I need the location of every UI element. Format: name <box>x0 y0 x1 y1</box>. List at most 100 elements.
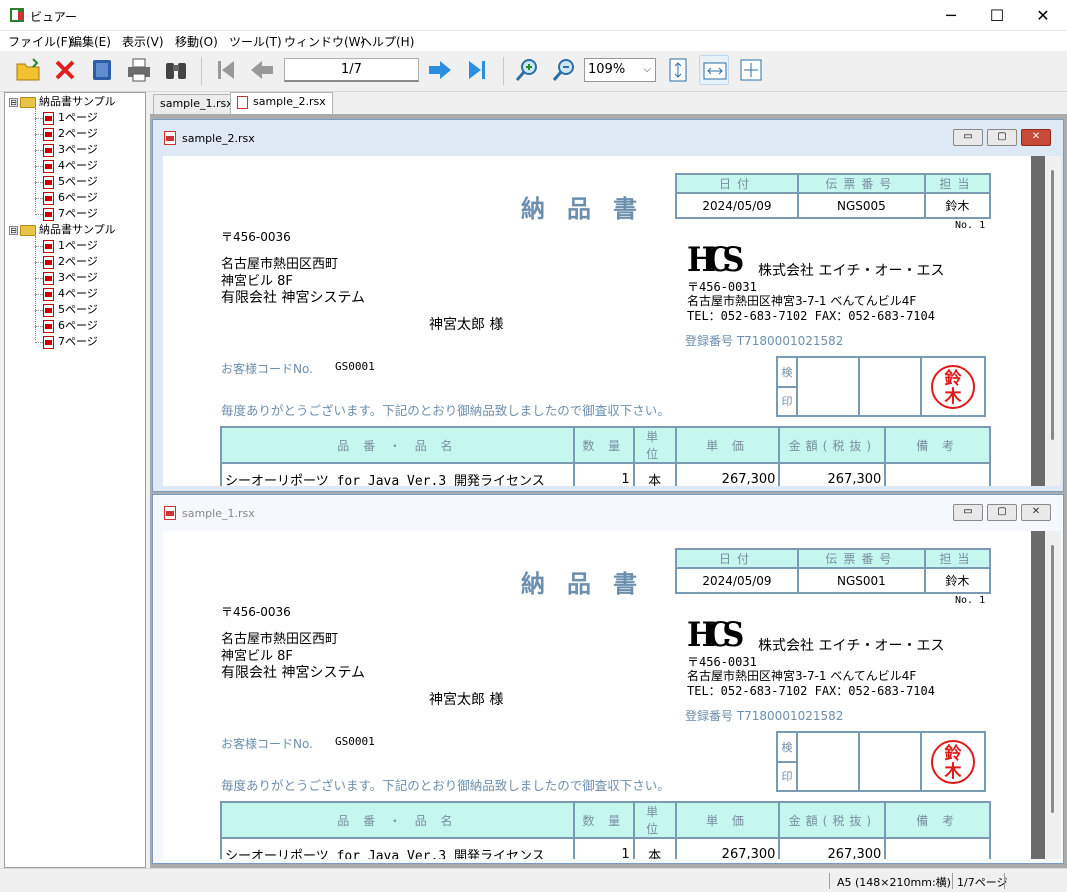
tree-line <box>35 182 43 183</box>
menu-view[interactable]: 表示(V) <box>122 33 164 50</box>
collapse-icon[interactable]: ⊟ <box>9 225 18 235</box>
tree-page-label: 1ページ <box>58 239 98 252</box>
menu-file[interactable]: ファイル(F) <box>8 33 72 50</box>
zip-code: 〒456-0036 <box>221 605 291 619</box>
scrollbar-thumb[interactable] <box>1051 545 1054 813</box>
page-view[interactable]: 納品書 日付 伝票番号 担当 2024/05/09 NGS001 鈴木 No. 1 〒456-0… <box>163 531 1061 859</box>
menu-edit[interactable]: 編集(E) <box>70 33 111 50</box>
vertical-scrollbar[interactable] <box>1045 156 1061 486</box>
tree-page-item[interactable]: 7ページ <box>43 334 98 350</box>
page-icon <box>43 143 54 157</box>
company-logo: HCS <box>687 240 744 280</box>
document-window-sample-1[interactable]: sample_1.rsx ▭ ▢ ✕ 納品書 日付 伝票番号 担当 2024/05/09 NGS0… <box>152 494 1064 864</box>
date-value: 2024/05/09 <box>675 192 799 219</box>
doc-minimize-button[interactable]: ▭ <box>953 504 983 521</box>
tree-page-item[interactable]: 3ページ <box>43 270 98 286</box>
maximize-button[interactable]: ☐ <box>974 0 1020 31</box>
customer-code-label: お客様コードNo. <box>221 362 313 376</box>
tree-page-item[interactable]: 5ページ <box>43 302 98 318</box>
customer-company: 有限会社 神宮システム <box>221 665 366 681</box>
tree-line <box>35 166 43 167</box>
items-cell: シーオーリポーツ for Java Ver.3 開発ライセンス <box>220 462 575 486</box>
prev-page-icon[interactable] <box>247 55 277 85</box>
menu-tools[interactable]: ツール(T) <box>229 33 282 50</box>
issuer-tel: TEL：052-683-7102 FAX：052-683-7104 <box>687 684 935 698</box>
items-cell: シーオーリポーツ for Java Ver.3 開発ライセンス <box>220 837 575 859</box>
menu-move[interactable]: 移動(O) <box>175 33 218 50</box>
items-column-header: 備 考 <box>884 426 991 464</box>
print-icon[interactable] <box>124 55 154 85</box>
page-number-input[interactable]: 1/7 <box>284 58 419 82</box>
vertical-scrollbar[interactable] <box>1045 531 1061 859</box>
customer-code: GS0001 <box>335 735 375 748</box>
tree-page-item[interactable]: 1ページ <box>43 238 98 254</box>
document-tree[interactable]: ⊟ 納品書サンプル 1ページ 2ページ 3ページ 4ページ 5ページ 6ページ 7ページ ⊟ 納品書… <box>4 92 146 868</box>
page-icon <box>43 255 54 269</box>
registration-number: 登録番号 T7180001021582 <box>685 709 844 723</box>
toolbar-separator <box>503 57 504 85</box>
tree-page-item[interactable]: 6ページ <box>43 318 98 334</box>
doc-maximize-button[interactable]: ▢ <box>987 504 1017 521</box>
zoom-select[interactable]: 109% ⌵ <box>584 58 656 82</box>
tree-page-item[interactable]: 5ページ <box>43 174 98 190</box>
doc-maximize-button[interactable]: ▢ <box>987 129 1017 146</box>
doc-close-button[interactable]: ✕ <box>1021 129 1051 146</box>
tree-group[interactable]: ⊟ 納品書サンプル <box>9 94 116 110</box>
tree-line <box>35 118 43 119</box>
fit-height-icon[interactable] <box>663 55 693 85</box>
doc-minimize-button[interactable]: ▭ <box>953 129 983 146</box>
tree-page-item[interactable]: 3ページ <box>43 142 98 158</box>
toolbar-separator <box>201 57 202 85</box>
last-page-icon[interactable] <box>462 55 492 85</box>
document-title: sample_1.rsx <box>182 507 255 520</box>
zoom-out-icon[interactable] <box>549 55 579 85</box>
tree-page-item[interactable]: 2ページ <box>43 254 98 270</box>
greeting-message: 毎度ありがとうございます。下記のとおり御納品致しましたので御査収下さい。 <box>221 778 670 793</box>
collapse-icon[interactable]: ⊟ <box>9 97 18 107</box>
tree-page-item[interactable]: 2ページ <box>43 126 98 142</box>
date-value: 2024/05/09 <box>675 567 799 594</box>
page-icon <box>43 127 54 141</box>
stamp-label-2: 印 <box>776 385 798 417</box>
close-file-icon[interactable] <box>50 55 80 85</box>
tree-line <box>35 278 43 279</box>
tree-page-item[interactable]: 1ページ <box>43 110 98 126</box>
tree-page-item[interactable]: 6ページ <box>43 190 98 206</box>
tree-page-label: 3ページ <box>58 143 98 156</box>
page-view[interactable]: 納品書 日付 伝票番号 担当 2024/05/09 NGS005 鈴木 No. 1 〒456-0… <box>163 156 1061 486</box>
open-folder-icon[interactable] <box>13 55 43 85</box>
tree-page-item[interactable]: 7ページ <box>43 206 98 222</box>
scrollbar-thumb[interactable] <box>1051 170 1054 440</box>
doc-close-button[interactable]: ✕ <box>1021 504 1051 521</box>
document-window-sample-2[interactable]: sample_2.rsx ▭ ▢ ✕ 納品書 日付 伝票番号 担当 2024/05/09 NGS0… <box>152 119 1064 492</box>
close-button[interactable]: ✕ <box>1020 0 1066 31</box>
fit-width-icon[interactable] <box>699 55 729 85</box>
tree-group[interactable]: ⊟ 納品書サンプル <box>9 222 116 238</box>
folder-icon <box>20 96 36 108</box>
status-paper-size: A5 (148×210mm:横) <box>837 876 951 889</box>
minimize-button[interactable]: ─ <box>928 0 974 31</box>
page-icon <box>43 335 54 349</box>
tree-line <box>35 326 43 327</box>
tree-line <box>35 214 43 215</box>
zoom-in-icon[interactable] <box>512 55 542 85</box>
page-icon <box>43 239 54 253</box>
menu-help[interactable]: ヘルプ(H) <box>360 33 414 50</box>
binoculars-icon[interactable] <box>161 55 191 85</box>
stamp-box: 検鈴 木印 <box>776 731 986 792</box>
next-page-icon[interactable] <box>425 55 455 85</box>
tree-line <box>35 134 43 135</box>
first-page-icon[interactable] <box>211 55 241 85</box>
tab-sample-2[interactable]: sample_2.rsx <box>230 92 333 114</box>
fit-page-icon[interactable] <box>736 55 766 85</box>
page-icon <box>43 111 54 125</box>
tab-sample-1[interactable]: sample_1.rsx <box>153 94 240 114</box>
tree-page-item[interactable]: 4ページ <box>43 286 98 302</box>
app-icon <box>10 8 24 22</box>
slip-value: NGS001 <box>796 567 926 594</box>
menu-window[interactable]: ウィンドウ(W) <box>284 33 365 50</box>
book-icon[interactable] <box>87 55 117 85</box>
items-cell: 267,300 <box>674 837 781 859</box>
items-column-header: 品 番 ・ 品 名 <box>220 801 575 839</box>
tree-page-item[interactable]: 4ページ <box>43 158 98 174</box>
